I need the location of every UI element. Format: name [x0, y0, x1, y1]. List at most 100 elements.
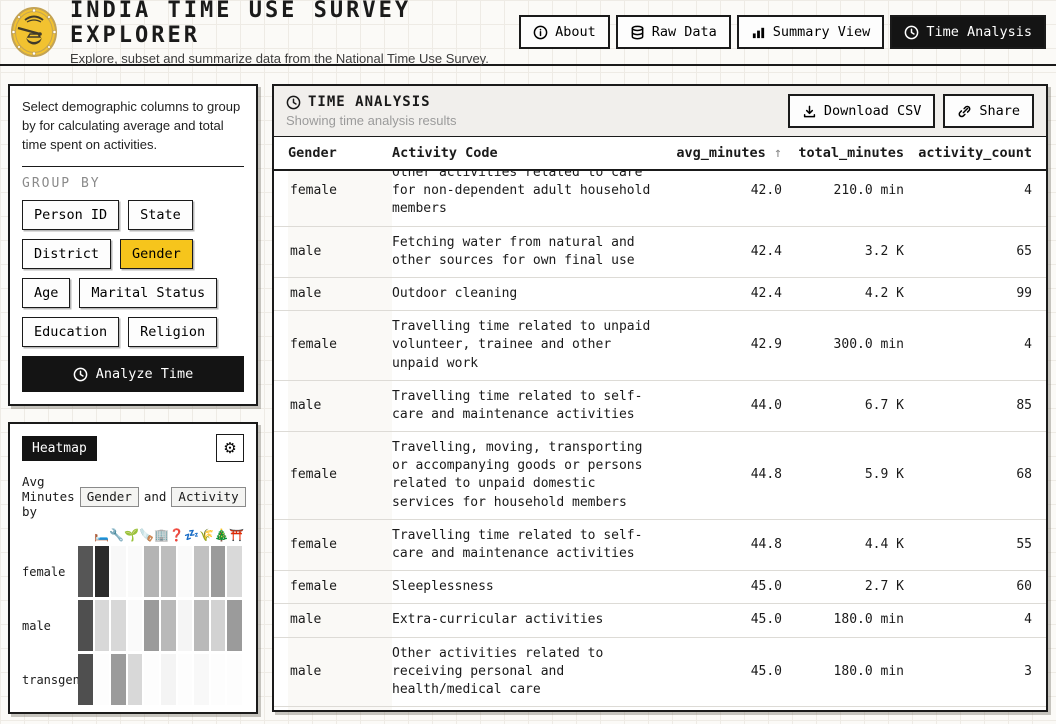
heatmap-cell[interactable] — [194, 600, 209, 651]
heatmap-cell[interactable] — [95, 600, 110, 651]
clock-icon — [286, 95, 301, 110]
heatmap-cell[interactable] — [95, 654, 110, 705]
activity-emoji-icon: 🔧 — [109, 527, 124, 543]
heatmap-cell[interactable] — [111, 546, 126, 597]
analyze-time-button[interactable]: Analyze Time — [22, 356, 244, 392]
cell-activity-count: 3 — [904, 663, 1032, 681]
heatmap-cell[interactable] — [194, 654, 209, 705]
page-subtitle: Explore, subset and summarize data from … — [70, 51, 507, 66]
panel-subtitle: Showing time analysis results — [286, 113, 457, 128]
cell-activity-code: Travelling time related to self-care and… — [392, 388, 664, 424]
column-header-activity-count[interactable]: activity_count — [904, 145, 1032, 161]
activity-emoji-icon: ❓ — [169, 527, 184, 543]
nav-summary-view-label: Summary View — [773, 24, 871, 40]
nav-time-analysis-button[interactable]: Time Analysis — [890, 15, 1046, 49]
link-icon — [957, 104, 972, 119]
heatmap-row: female — [22, 546, 244, 597]
heatmap-cell[interactable] — [111, 600, 126, 651]
nav-time-analysis-label: Time Analysis — [926, 24, 1032, 40]
heatmap-cell[interactable] — [78, 600, 93, 651]
cell-gender: male — [288, 381, 392, 431]
cell-activity-count: 60 — [904, 578, 1032, 596]
download-csv-button[interactable]: Download CSV — [788, 94, 936, 128]
heatmap-cell[interactable] — [161, 654, 176, 705]
nav-summary-view-button[interactable]: Summary View — [737, 15, 885, 49]
activity-emoji-icon: 🌱 — [124, 527, 139, 543]
group-by-chip-gender[interactable]: Gender — [120, 239, 193, 269]
group-by-chip-marital-status[interactable]: Marital Status — [79, 278, 217, 308]
info-icon — [533, 25, 548, 40]
table-row: femaleTravelling time related to self-ca… — [274, 520, 1046, 571]
group-by-description: Select demographic columns to group by f… — [22, 98, 244, 155]
sidebar: Select demographic columns to group by f… — [8, 84, 258, 716]
bar-chart-icon — [751, 25, 766, 40]
share-button[interactable]: Share — [943, 94, 1034, 128]
activity-emoji-icon: 🌾 — [199, 527, 214, 543]
cell-gender: female — [288, 571, 392, 603]
main-nav: About Raw Data Summary View Time Analysi… — [519, 15, 1046, 49]
table-row: femaleOther activities related to care f… — [274, 171, 1046, 227]
group-by-chip-age[interactable]: Age — [22, 278, 70, 308]
heatmap-cell[interactable] — [178, 600, 193, 651]
cell-activity-code: Travelling time related to self-care and… — [392, 527, 664, 563]
heatmap-cell[interactable] — [194, 546, 209, 597]
column-header-gender[interactable]: Gender — [288, 145, 392, 161]
heatmap-cell[interactable] — [78, 546, 93, 597]
heatmap-cell[interactable] — [211, 600, 226, 651]
table-row: femaleTravelling, moving, transporting o… — [274, 432, 1046, 520]
heatmap-cell[interactable] — [211, 654, 226, 705]
cell-gender: female — [288, 171, 392, 226]
cell-activity-code: Extra-curricular activities — [392, 611, 664, 629]
heatmap-cell[interactable] — [111, 654, 126, 705]
heatmap-cell[interactable] — [144, 654, 159, 705]
heatmap-cell[interactable] — [161, 546, 176, 597]
content-area: Select demographic columns to group by f… — [0, 66, 1056, 724]
cell-gender: female — [288, 311, 392, 380]
heatmap-row-label: female — [22, 565, 78, 579]
cell-total-minutes: 5.9 K — [782, 466, 904, 484]
heatmap-cell[interactable] — [128, 600, 143, 651]
nav-raw-data-button[interactable]: Raw Data — [616, 15, 731, 49]
heatmap-cell[interactable] — [227, 600, 242, 651]
cell-activity-count: 4 — [904, 182, 1032, 200]
group-by-chip-religion[interactable]: Religion — [128, 317, 217, 347]
heatmap-cell[interactable] — [227, 654, 242, 705]
download-csv-label: Download CSV — [824, 103, 922, 119]
heatmap-cell[interactable] — [95, 546, 110, 597]
time-analysis-header: TIME ANALYSIS Showing time analysis resu… — [274, 86, 1046, 137]
gear-icon[interactable]: ⚙ — [216, 434, 244, 462]
activity-emoji-icon: 🪚 — [139, 527, 154, 543]
heatmap-dimension-gender[interactable]: Gender — [80, 487, 139, 507]
divider — [22, 166, 244, 167]
heatmap-cell[interactable] — [227, 546, 242, 597]
heatmap-cell[interactable] — [211, 546, 226, 597]
column-header-activity-code[interactable]: Activity Code — [392, 145, 664, 161]
page-title: INDIA TIME USE SURVEY EXPLORER — [70, 0, 507, 48]
column-header-avg-minutes[interactable]: avg_minutes ↑ — [664, 145, 782, 161]
cell-total-minutes: 210.0 min — [782, 182, 904, 200]
heatmap-cell[interactable] — [144, 546, 159, 597]
group-by-chip-person-id[interactable]: Person ID — [22, 200, 119, 230]
cell-avg-minutes: 45.0 — [664, 578, 782, 596]
nav-about-button[interactable]: About — [519, 15, 610, 49]
heatmap-cell[interactable] — [178, 546, 193, 597]
heatmap-caption-conjunction: and — [144, 489, 167, 504]
heatmap-cell[interactable] — [144, 600, 159, 651]
cell-activity-code: Travelling, moving, transporting or acco… — [392, 439, 664, 512]
heatmap-cell[interactable] — [128, 546, 143, 597]
heatmap-cell[interactable] — [128, 654, 143, 705]
table-row: femaleSleeplessness45.02.7 K60 — [274, 571, 1046, 604]
group-by-chip-state[interactable]: State — [128, 200, 193, 230]
heatmap-dimension-activity[interactable]: Activity — [171, 487, 245, 507]
cell-activity-count: 4 — [904, 336, 1032, 354]
activity-emoji-icon: 🎄 — [214, 527, 229, 543]
activity-emoji-icon: 🏢 — [154, 527, 169, 543]
cell-gender: male — [288, 604, 392, 636]
heatmap-cell[interactable] — [78, 654, 93, 705]
column-header-total-minutes[interactable]: total_minutes — [782, 145, 904, 161]
heatmap-cell[interactable] — [178, 654, 193, 705]
cell-avg-minutes: 42.0 — [664, 182, 782, 200]
heatmap-cell[interactable] — [161, 600, 176, 651]
group-by-chip-education[interactable]: Education — [22, 317, 119, 347]
group-by-chip-district[interactable]: District — [22, 239, 111, 269]
